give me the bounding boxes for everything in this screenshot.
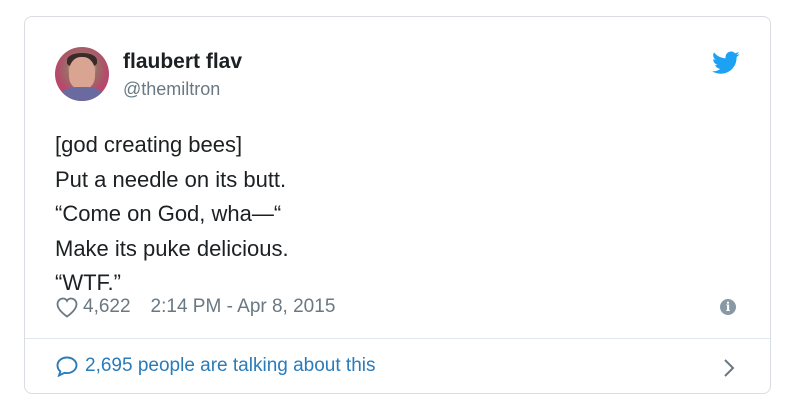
speech-bubble-icon bbox=[56, 356, 78, 377]
info-icon[interactable]: i bbox=[720, 299, 736, 315]
talking-about-link[interactable]: 2,695 people are talking about this bbox=[55, 355, 376, 377]
tweet-line: [god creating bees] bbox=[55, 132, 243, 157]
avatar[interactable] bbox=[55, 47, 109, 101]
tweet-timestamp[interactable]: 2:14 PM - Apr 8, 2015 bbox=[151, 296, 336, 318]
divider bbox=[25, 338, 770, 339]
author-handle[interactable]: @themiltron bbox=[123, 79, 220, 100]
twitter-bird-icon[interactable] bbox=[712, 51, 740, 75]
like-count[interactable]: 4,622 bbox=[83, 296, 131, 318]
tweet-meta: 4,622 2:14 PM - Apr 8, 2015 bbox=[55, 296, 335, 318]
tweet-text: [god creating bees] Put a needle on its … bbox=[55, 128, 289, 301]
author-display-name[interactable]: flaubert flav bbox=[123, 50, 242, 74]
tweet-line: Put a needle on its butt. bbox=[55, 166, 287, 192]
tweet-line: “Come on God, wha—“ bbox=[55, 201, 282, 226]
tweet-line: Make its puke delicious. bbox=[55, 235, 289, 261]
heart-icon[interactable] bbox=[55, 296, 79, 318]
embedded-tweet-card[interactable]: flaubert flav @themiltron [god creating … bbox=[24, 16, 771, 394]
talking-about-label[interactable]: 2,695 people are talking about this bbox=[85, 355, 376, 377]
chevron-right-icon[interactable] bbox=[722, 357, 736, 379]
